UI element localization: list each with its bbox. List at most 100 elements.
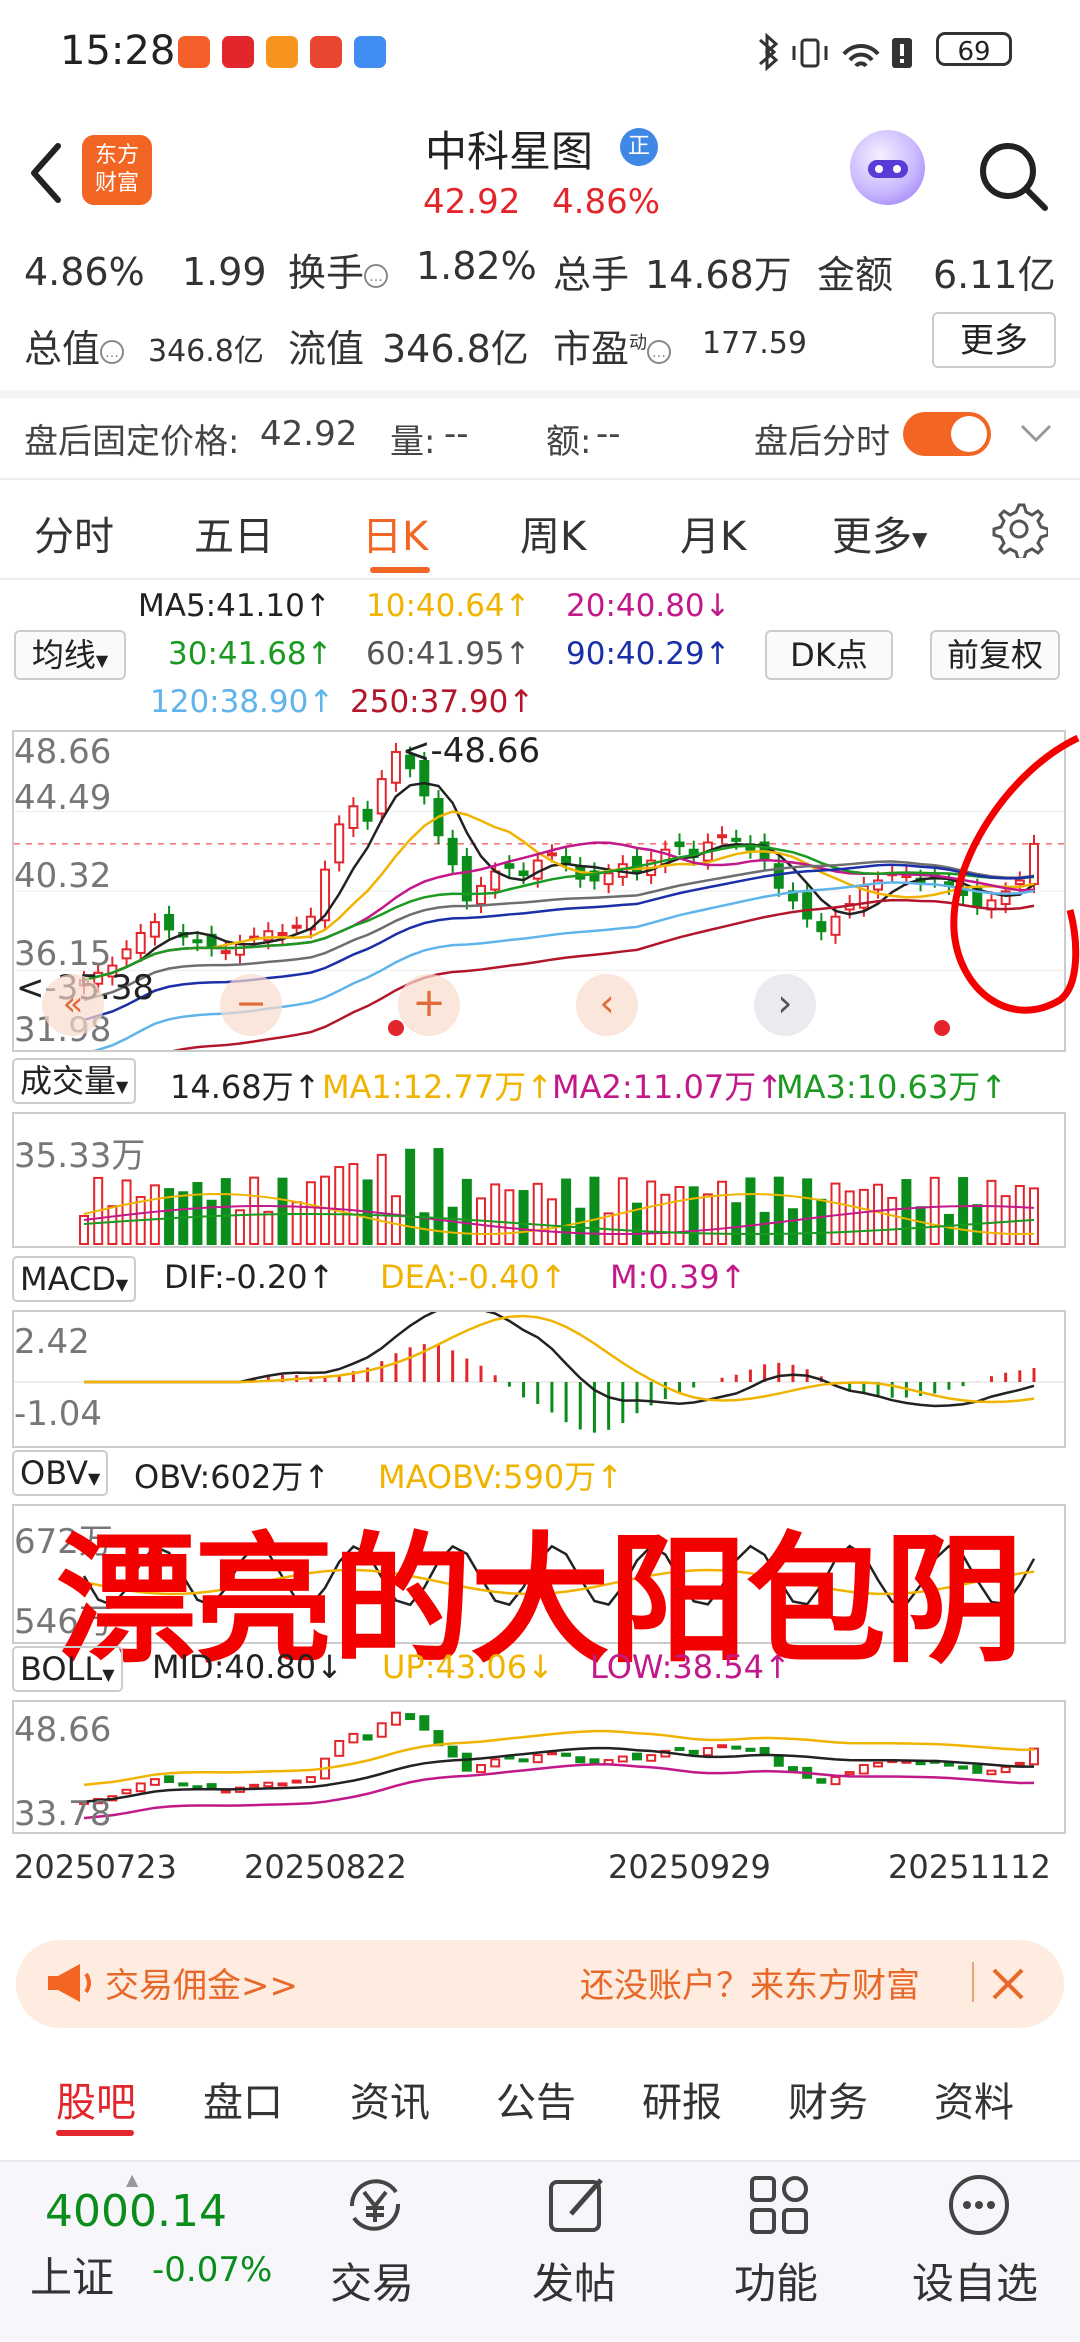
info-icon[interactable]: … xyxy=(647,339,672,364)
tab-profile[interactable]: 资料 xyxy=(934,2070,1014,2128)
back-arrow-icon[interactable] xyxy=(20,138,72,208)
macd-dif: DIF:-0.20↑ xyxy=(164,1258,335,1296)
candle-body xyxy=(447,837,458,866)
scroll-left-button[interactable]: ‹ xyxy=(576,974,638,1036)
mktcap-value: 346.8亿 xyxy=(148,334,264,369)
tab-weekly-k[interactable]: 周K xyxy=(520,504,586,562)
candle-body xyxy=(603,872,614,886)
ma-selector[interactable]: 均线▼ xyxy=(14,630,126,680)
volume-chart[interactable] xyxy=(14,1114,1064,1246)
event-marker[interactable] xyxy=(388,1020,404,1036)
nav-post[interactable]: 发帖 xyxy=(532,2250,616,2311)
boll-candle xyxy=(135,1782,146,1793)
app-notification-icon xyxy=(178,36,210,68)
scroll-left-fast-button[interactable]: « xyxy=(42,974,104,1036)
volume-bar xyxy=(490,1183,501,1245)
tab-news[interactable]: 资讯 xyxy=(350,2070,430,2128)
boll-candle xyxy=(447,1745,458,1758)
boll-candle xyxy=(646,1754,657,1762)
volume-bar xyxy=(277,1177,288,1245)
functions-grid-icon[interactable] xyxy=(744,2170,814,2240)
after-hours-toggle[interactable] xyxy=(903,412,991,456)
candle-body xyxy=(504,863,515,869)
tab-guba[interactable]: 股吧 xyxy=(56,2070,136,2128)
macd-chart-panel[interactable] xyxy=(12,1310,1066,1448)
boll-candle xyxy=(149,1778,160,1786)
macd-dea: DEA:-0.40↑ xyxy=(380,1258,567,1296)
tab-daily-k[interactable]: 日K xyxy=(362,504,428,562)
tab-intraday[interactable]: 分时 xyxy=(34,504,114,562)
boll-candle xyxy=(873,1761,884,1768)
float-label: 流值 xyxy=(288,327,365,371)
boll-candle xyxy=(121,1788,132,1795)
tab-monthly-k[interactable]: 月K xyxy=(680,504,746,562)
eastmoney-logo[interactable]: 东方 财富 xyxy=(82,135,152,205)
candle-body xyxy=(731,837,742,842)
boll-chart-panel[interactable] xyxy=(12,1700,1066,1834)
tab-orderbook[interactable]: 盘口 xyxy=(203,2070,283,2128)
close-icon[interactable] xyxy=(986,1962,1030,2006)
price-chart-panel[interactable] xyxy=(12,730,1066,1052)
scroll-right-button[interactable]: › xyxy=(754,974,816,1036)
boll-axis-top: 48.66 xyxy=(14,1710,112,1750)
settings-gear-icon[interactable] xyxy=(990,500,1048,558)
boll-chart[interactable] xyxy=(14,1702,1064,1832)
forward-adjust-button[interactable]: 前复权 xyxy=(930,630,1060,680)
macd-axis-bottom: -1.04 xyxy=(14,1394,102,1434)
volume-chart-panel[interactable] xyxy=(12,1112,1066,1248)
dk-point-button[interactable]: DK点 xyxy=(765,630,893,680)
candle-body xyxy=(561,855,572,864)
candle-body xyxy=(376,778,387,815)
tab-announcements[interactable]: 公告 xyxy=(496,2070,576,2128)
zoom-out-button[interactable]: − xyxy=(220,974,282,1036)
search-icon[interactable] xyxy=(975,138,1051,214)
tab-financials[interactable]: 财务 xyxy=(788,2070,868,2128)
info-icon[interactable]: … xyxy=(100,339,125,364)
promo-open-account-link[interactable]: 还没账户？来东方财富 xyxy=(580,1958,920,2007)
high-price-marker: <-48.66 xyxy=(402,731,541,771)
volume-bar xyxy=(263,1210,274,1245)
add-watchlist-icon[interactable] xyxy=(944,2170,1014,2240)
volume-bar xyxy=(532,1182,543,1245)
nav-functions[interactable]: 功能 xyxy=(734,2250,818,2311)
macd-chart[interactable] xyxy=(14,1312,1064,1446)
volume-bar xyxy=(334,1166,345,1246)
boll-indicator-selector[interactable]: BOLL▼ xyxy=(12,1646,123,1692)
ma30-value: 30:41.68↑ xyxy=(168,636,333,672)
ma250-value: 250:37.90↑ xyxy=(350,684,535,720)
ai-assistant-avatar[interactable] xyxy=(850,130,925,205)
tab-research[interactable]: 研报 xyxy=(642,2070,722,2128)
boll-candle xyxy=(844,1771,855,1776)
volume-bar xyxy=(107,1205,118,1246)
promo-commission-link[interactable]: 交易佣金>> xyxy=(105,1958,298,2007)
nav-trade[interactable]: 交易 xyxy=(330,2250,414,2311)
more-quote-button[interactable]: 更多 xyxy=(932,312,1056,368)
tab-more[interactable]: 更多▼ xyxy=(832,504,927,562)
zoom-in-button[interactable]: + xyxy=(398,974,460,1036)
index-value[interactable]: 4000.14 xyxy=(45,2186,227,2237)
volume-indicator-selector[interactable]: 成交量▼ xyxy=(12,1058,137,1104)
boll-candle xyxy=(476,1764,487,1774)
volume-bar xyxy=(561,1178,572,1245)
volume-value: 14.68万 xyxy=(645,253,792,297)
boll-candle xyxy=(745,1747,756,1752)
info-icon[interactable]: … xyxy=(364,263,389,288)
macd-indicator-selector[interactable]: MACD▼ xyxy=(12,1256,137,1302)
boll-candle xyxy=(575,1756,586,1764)
tab-five-day[interactable]: 五日 xyxy=(194,504,274,562)
stock-name: 中科星图 xyxy=(425,127,594,176)
candle-body xyxy=(334,823,345,864)
candle-body xyxy=(830,915,841,936)
chevron-down-icon[interactable] xyxy=(1016,418,1056,448)
nav-add-watchlist[interactable]: 设自选 xyxy=(912,2250,1038,2311)
post-edit-icon[interactable] xyxy=(543,2170,613,2240)
caret-down-icon: ▼ xyxy=(116,1077,129,1096)
ma120-value: 120:38.90↑ xyxy=(150,684,335,720)
kline-chart[interactable] xyxy=(14,732,1064,1050)
trade-yen-icon[interactable] xyxy=(340,2170,410,2240)
volume-bar xyxy=(830,1182,841,1245)
volume-bar xyxy=(787,1208,798,1245)
boll-candle xyxy=(1000,1766,1011,1774)
boll-mid: MID:40.80↓ xyxy=(152,1648,343,1686)
system-status-icons xyxy=(759,32,912,72)
